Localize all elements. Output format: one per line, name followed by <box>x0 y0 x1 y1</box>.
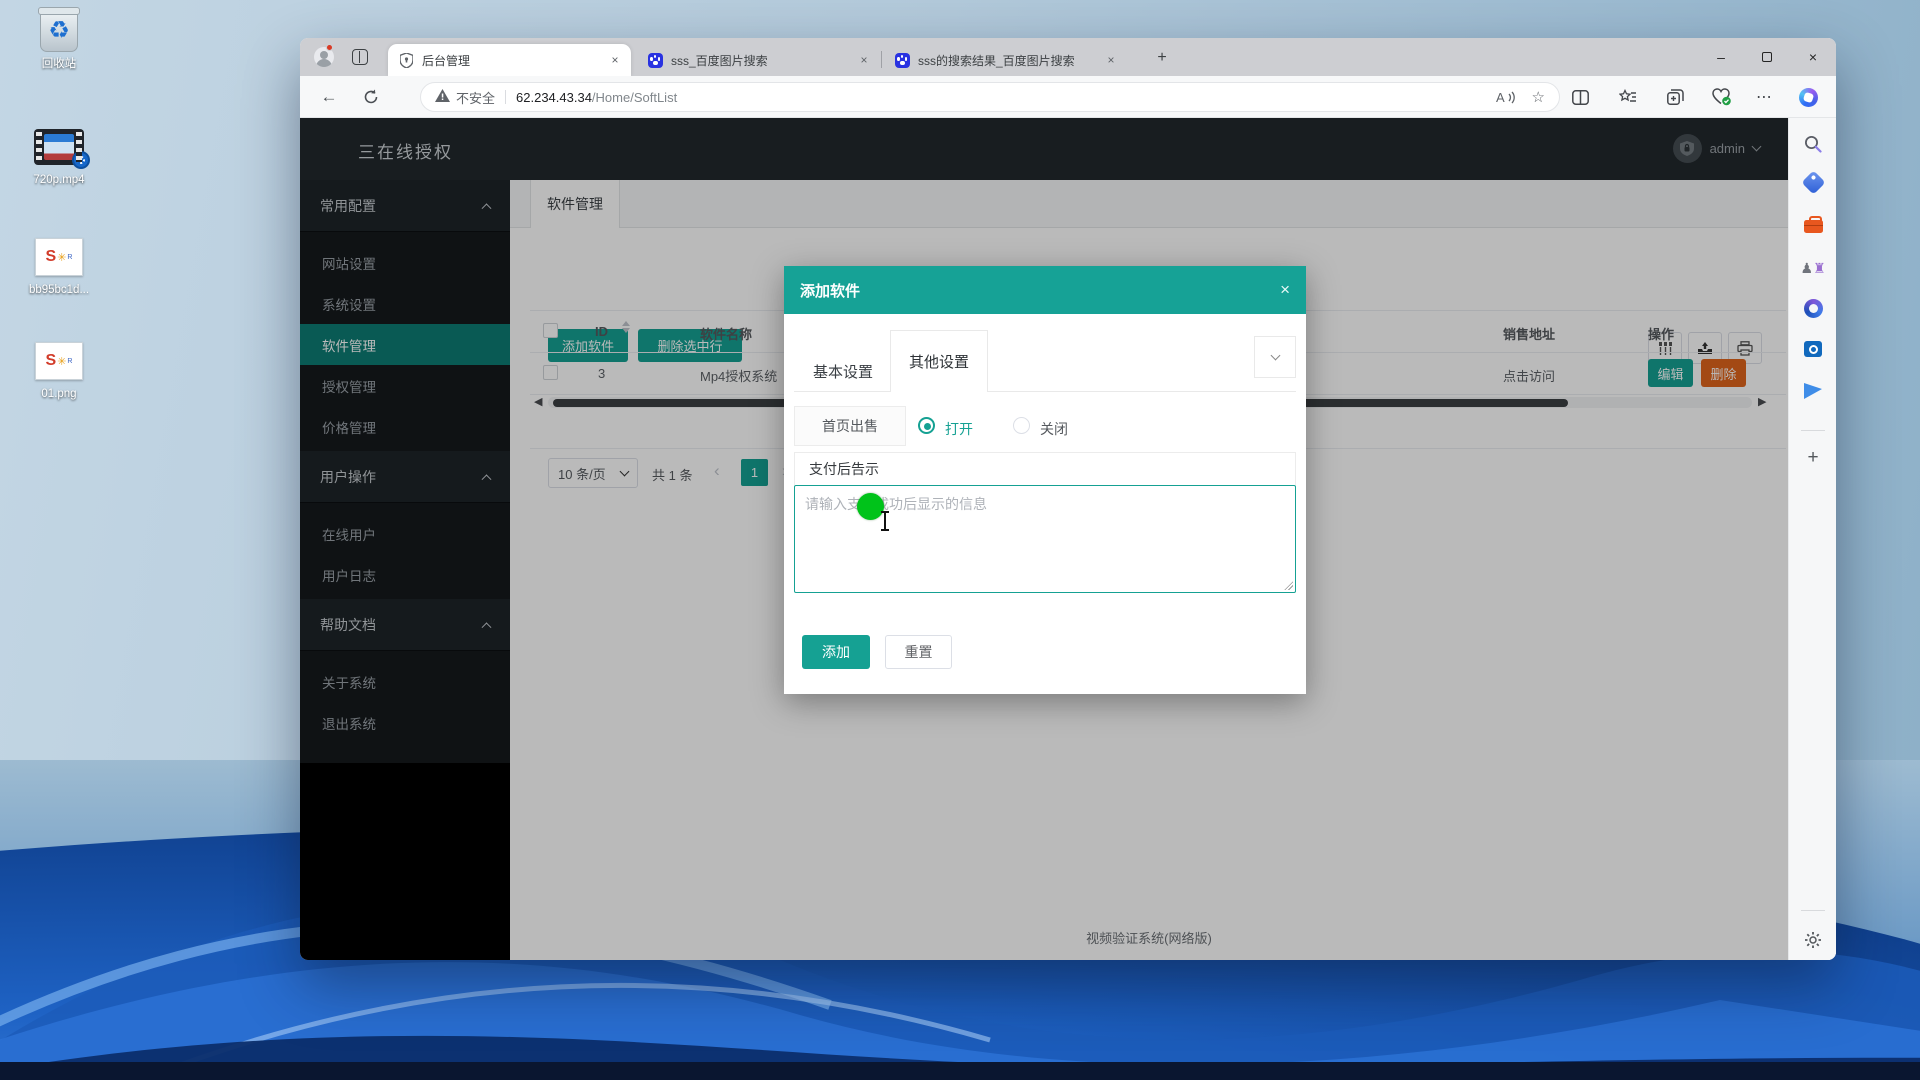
tab-title: 后台管理 <box>422 52 607 69</box>
media-player-badge-icon <box>72 151 90 169</box>
radio-open-label[interactable]: 打开 <box>945 419 973 439</box>
desktop-icon-label: 720p.mp4 <box>16 174 102 187</box>
chevron-down-icon <box>1270 351 1280 361</box>
tools-icon[interactable] <box>1801 214 1825 238</box>
browser-toolbar: ← 不安全 62.234.43.34 /Home/SoftList A ☆ <box>300 76 1836 118</box>
baidu-favicon-icon <box>647 52 663 68</box>
refresh-icon[interactable] <box>358 84 384 110</box>
tab-title: sss的搜索结果_百度图片搜索 <box>918 52 1103 69</box>
tab-title: sss_百度图片搜索 <box>671 52 856 69</box>
profile-notification-dot <box>326 44 333 51</box>
outlook-icon[interactable] <box>1801 337 1825 361</box>
desktop-icon-image-01png[interactable]: S✳R 01.png <box>16 336 102 401</box>
baidu-favicon-icon <box>894 52 910 68</box>
browser-window: 后台管理 × sss_百度图片搜索 × sss的搜索结果_百度图片搜索 × + … <box>300 38 1836 960</box>
browser-tab-strip: 后台管理 × sss_百度图片搜索 × sss的搜索结果_百度图片搜索 × + … <box>300 38 1836 76</box>
image-thumbnail-icon: S✳R <box>35 238 83 276</box>
desktop-icon-label: 回收站 <box>16 58 102 71</box>
shopping-icon[interactable] <box>1801 170 1825 194</box>
back-icon[interactable]: ← <box>316 84 342 110</box>
not-secure-warning-icon <box>435 89 450 105</box>
url-host: 62.234.43.34 <box>516 90 592 105</box>
svg-text:A: A <box>1496 90 1505 105</box>
favorite-star-icon[interactable]: ☆ <box>1532 88 1545 106</box>
video-file-icon <box>34 129 84 165</box>
add-sidebar-app-icon[interactable]: + <box>1801 446 1825 470</box>
window-minimize-button[interactable]: – <box>1698 38 1744 76</box>
split-screen-icon[interactable] <box>1568 85 1592 109</box>
payment-notice-label: 支付后告示 <box>794 452 1296 485</box>
drop-paper-plane-icon[interactable] <box>1801 379 1825 403</box>
tab-close-icon[interactable]: × <box>1103 52 1119 68</box>
maximize-icon <box>1762 52 1772 62</box>
address-divider <box>505 90 506 104</box>
favorites-list-icon[interactable] <box>1616 85 1640 109</box>
modal-submit-button[interactable]: 添加 <box>802 635 870 669</box>
sidebar-divider <box>1801 910 1825 911</box>
modal-reset-button[interactable]: 重置 <box>885 635 952 669</box>
tab-close-icon[interactable]: × <box>607 52 623 68</box>
workspaces-icon[interactable] <box>352 49 368 65</box>
window-maximize-button[interactable] <box>1744 38 1790 76</box>
textarea-resize-handle[interactable] <box>1284 581 1293 590</box>
text-cursor-ibeam <box>880 511 890 531</box>
tab-close-icon[interactable]: × <box>856 52 872 68</box>
radio-close[interactable] <box>1013 417 1030 434</box>
browser-essentials-icon[interactable] <box>1710 85 1734 109</box>
desktop-icon-label: bb95bc1d... <box>16 284 102 297</box>
search-icon[interactable] <box>1801 132 1825 156</box>
games-icon[interactable]: ♟♜ <box>1801 256 1825 280</box>
desktop-icon-image-bb95bc1d[interactable]: S✳R bb95bc1d... <box>16 232 102 297</box>
browser-tab-baidu-images[interactable]: sss_百度图片搜索 × <box>637 44 880 76</box>
radio-open[interactable] <box>918 417 935 434</box>
desktop-icon-video-file[interactable]: 720p.mp4 <box>16 122 102 187</box>
image-thumbnail-icon: S✳R <box>35 342 83 380</box>
desktop-icon-recycle-bin[interactable]: ♻ 回收站 <box>16 6 102 71</box>
microsoft365-icon[interactable] <box>1801 296 1825 320</box>
browser-tab-baidu-results[interactable]: sss的搜索结果_百度图片搜索 × <box>884 44 1127 76</box>
window-close-button[interactable]: × <box>1790 38 1836 76</box>
homepage-sale-label: 首页出售 <box>794 406 906 446</box>
gear-icon[interactable] <box>1801 928 1825 952</box>
sidebar-divider <box>1801 430 1825 431</box>
collections-icon[interactable] <box>1663 85 1687 109</box>
security-label[interactable]: 不安全 <box>456 88 495 107</box>
new-tab-button[interactable]: + <box>1152 48 1172 68</box>
modal-close-icon[interactable]: × <box>1280 280 1290 300</box>
desktop-icon-label: 01.png <box>16 388 102 401</box>
shield-favicon-icon <box>398 52 414 68</box>
tab-separator <box>881 51 882 68</box>
address-bar[interactable]: 不安全 62.234.43.34 /Home/SoftList A ☆ <box>420 82 1560 112</box>
copilot-icon[interactable] <box>1796 85 1820 109</box>
url-path: /Home/SoftList <box>592 90 677 105</box>
read-aloud-icon[interactable]: A <box>1496 90 1518 105</box>
modal-header: 添加软件 × <box>784 266 1306 314</box>
modal-tab-other-settings[interactable]: 其他设置 <box>890 330 988 392</box>
modal-tab-basic-settings[interactable]: 基本设置 <box>798 351 888 391</box>
modal-tab-more-button[interactable] <box>1254 336 1296 378</box>
add-software-modal: 添加软件 × 基本设置 其他设置 首页出售 打开 关闭 支付后告示 添加 重置 <box>784 266 1306 694</box>
edge-sidebar: ♟♜ + <box>1788 118 1836 960</box>
web-page: 三在线授权 admin 常用配置 网站设置 系统设置 软件管理 授权管理 价格管… <box>300 118 1836 960</box>
recycle-bin-icon: ♻ <box>40 10 78 52</box>
settings-more-icon[interactable]: ⋯ <box>1752 85 1776 109</box>
radio-close-label[interactable]: 关闭 <box>1040 419 1068 439</box>
modal-title: 添加软件 <box>800 280 860 301</box>
browser-tab-admin[interactable]: 后台管理 × <box>388 44 631 76</box>
